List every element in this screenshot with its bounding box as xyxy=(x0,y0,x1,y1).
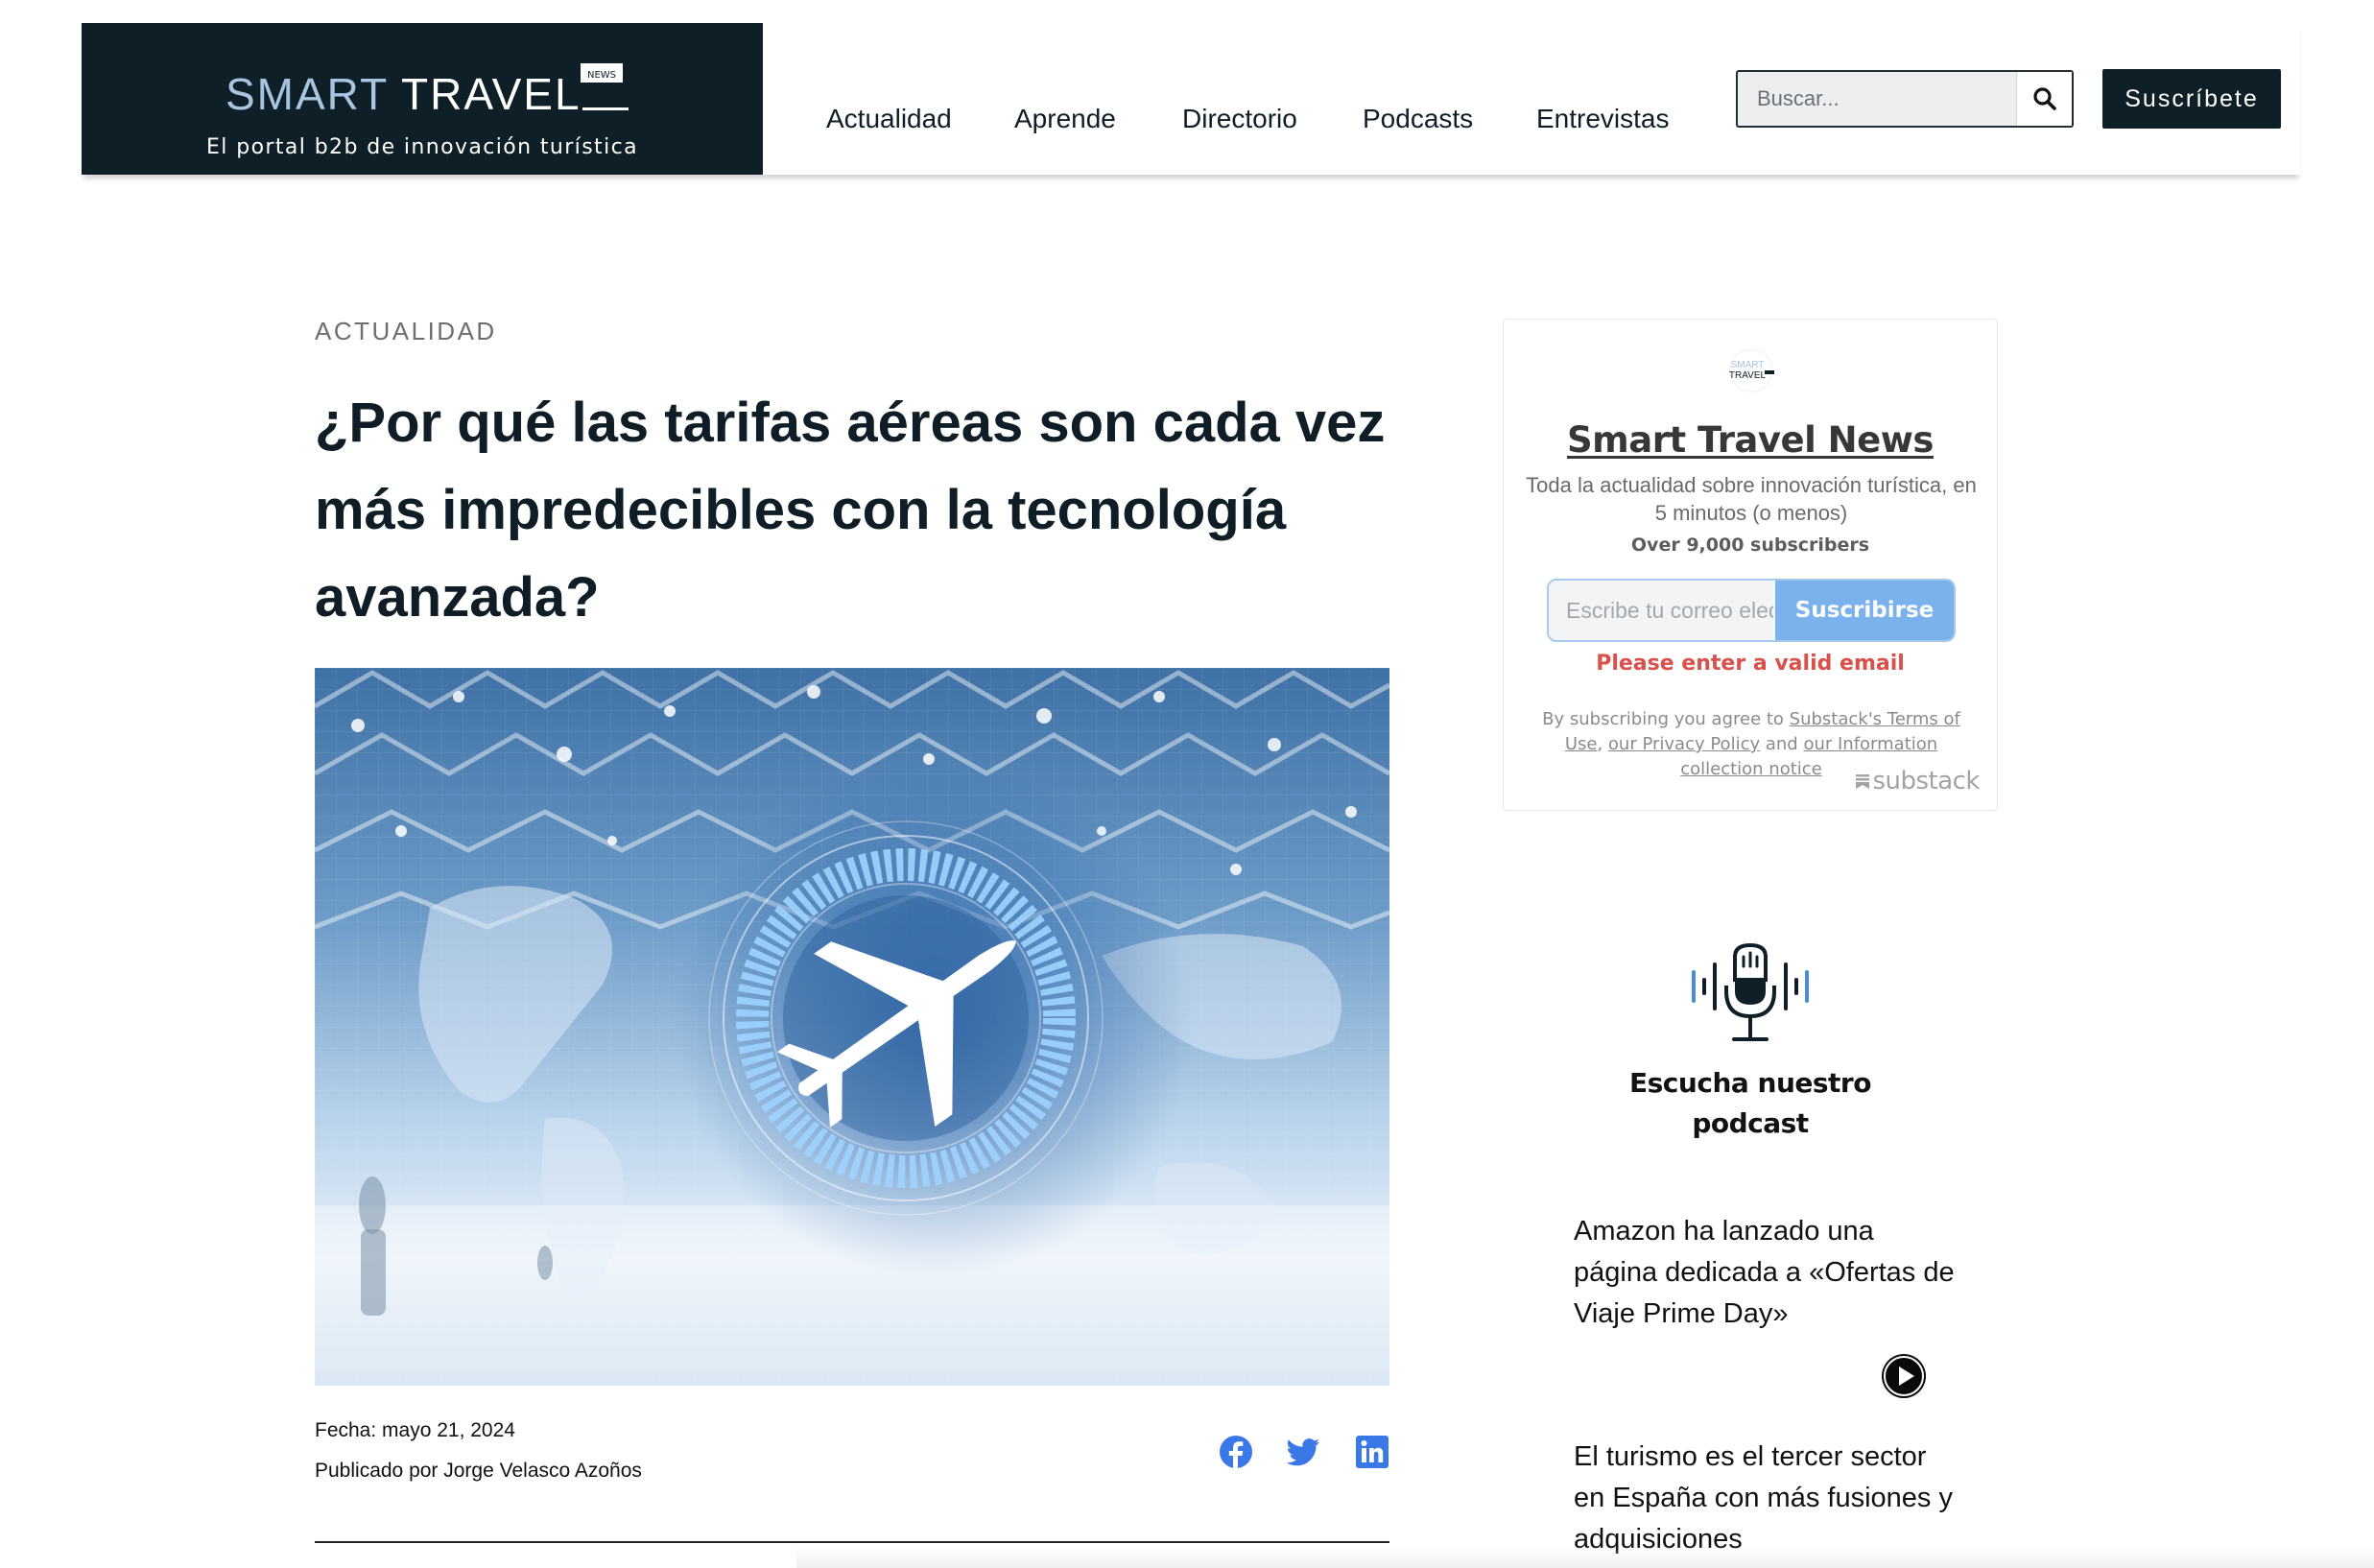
logo-word-travel: TRAVEL xyxy=(401,69,582,119)
logo-word-smart: SMART xyxy=(226,69,389,119)
article-hero-image xyxy=(315,668,1389,1386)
legal-separator: , xyxy=(1597,734,1608,754)
newsletter-widget: SMART TRAVEL Smart Travel News Toda la a… xyxy=(1503,319,1998,811)
facebook-icon[interactable] xyxy=(1219,1435,1253,1469)
twitter-icon[interactable] xyxy=(1286,1435,1320,1469)
brand-block[interactable]: SMART TRAVEL NEWS El portal b2b de innov… xyxy=(82,23,763,175)
search-input[interactable] xyxy=(1738,72,2016,126)
legal-prefix: By subscribing you agree to xyxy=(1542,709,1790,729)
substack-icon xyxy=(1856,774,1870,789)
newsletter-subscriber-count: Over 9,000 subscribers xyxy=(1630,535,1870,556)
nav-item-aprende[interactable]: Aprende xyxy=(1014,104,1116,134)
article-divider xyxy=(315,1541,1389,1543)
legal-conjunction: and xyxy=(1760,734,1804,754)
search-icon xyxy=(2032,87,2056,110)
podcast-episode-title[interactable]: Amazon ha lanzado una página dedicada a … xyxy=(1574,1211,1958,1335)
article-date: Fecha: mayo 21, 2024 xyxy=(315,1419,515,1441)
article-author: Publicado por Jorge Velasco Azoños xyxy=(315,1460,642,1482)
nav-item-podcasts[interactable]: Podcasts xyxy=(1363,104,1473,134)
article-category[interactable]: ACTUALIDAD xyxy=(315,317,497,346)
subscribe-submit-button[interactable]: Suscribirse xyxy=(1775,581,1954,640)
email-field[interactable] xyxy=(1549,581,1775,640)
site-header: SMART TRAVEL NEWS El portal b2b de innov… xyxy=(82,23,2300,175)
smarttravel-logo[interactable]: SMART TRAVEL NEWS xyxy=(226,54,629,121)
substack-badge[interactable]: substack xyxy=(1855,767,1980,796)
logo-news-badge: NEWS xyxy=(587,70,616,81)
microphone-icon xyxy=(1692,943,1809,1041)
nav-item-entrevistas[interactable]: Entrevistas xyxy=(1536,104,1670,134)
newsletter-description: Toda la actualidad sobre innovación turí… xyxy=(1526,473,1977,525)
privacy-policy-link[interactable]: our Privacy Policy xyxy=(1608,734,1760,754)
podcast-section-title: Escucha nuestro podcast xyxy=(1629,1067,1871,1139)
newsletter-logo: SMART TRAVEL xyxy=(1729,348,1774,392)
email-error-message: Please enter a valid email xyxy=(1596,652,1905,676)
bottom-shadow xyxy=(796,1545,2374,1568)
newsletter-title[interactable]: Smart Travel News xyxy=(1504,419,1997,461)
search-button[interactable] xyxy=(2016,72,2072,126)
substack-badge-label: substack xyxy=(1872,767,1980,796)
newsletter-logo-travel: TRAVEL xyxy=(1729,370,1767,381)
nav-item-directorio[interactable]: Directorio xyxy=(1182,104,1297,134)
newsletter-logo-smart: SMART xyxy=(1731,360,1765,370)
nav-item-actualidad[interactable]: Actualidad xyxy=(826,104,952,134)
subscribe-button[interactable]: Suscríbete xyxy=(2102,69,2281,129)
play-icon[interactable] xyxy=(1881,1353,1927,1399)
site-tagline: El portal b2b de innovación turística xyxy=(206,135,638,159)
search-box xyxy=(1736,70,2074,128)
article-title: ¿Por qué las tarifas aéreas son cada vez… xyxy=(315,392,1386,629)
podcast-episode-title[interactable]: El turismo es el tercer sector en España… xyxy=(1574,1437,1958,1560)
linkedin-icon[interactable] xyxy=(1355,1435,1389,1469)
newsletter-form: Suscribirse xyxy=(1547,579,1956,642)
